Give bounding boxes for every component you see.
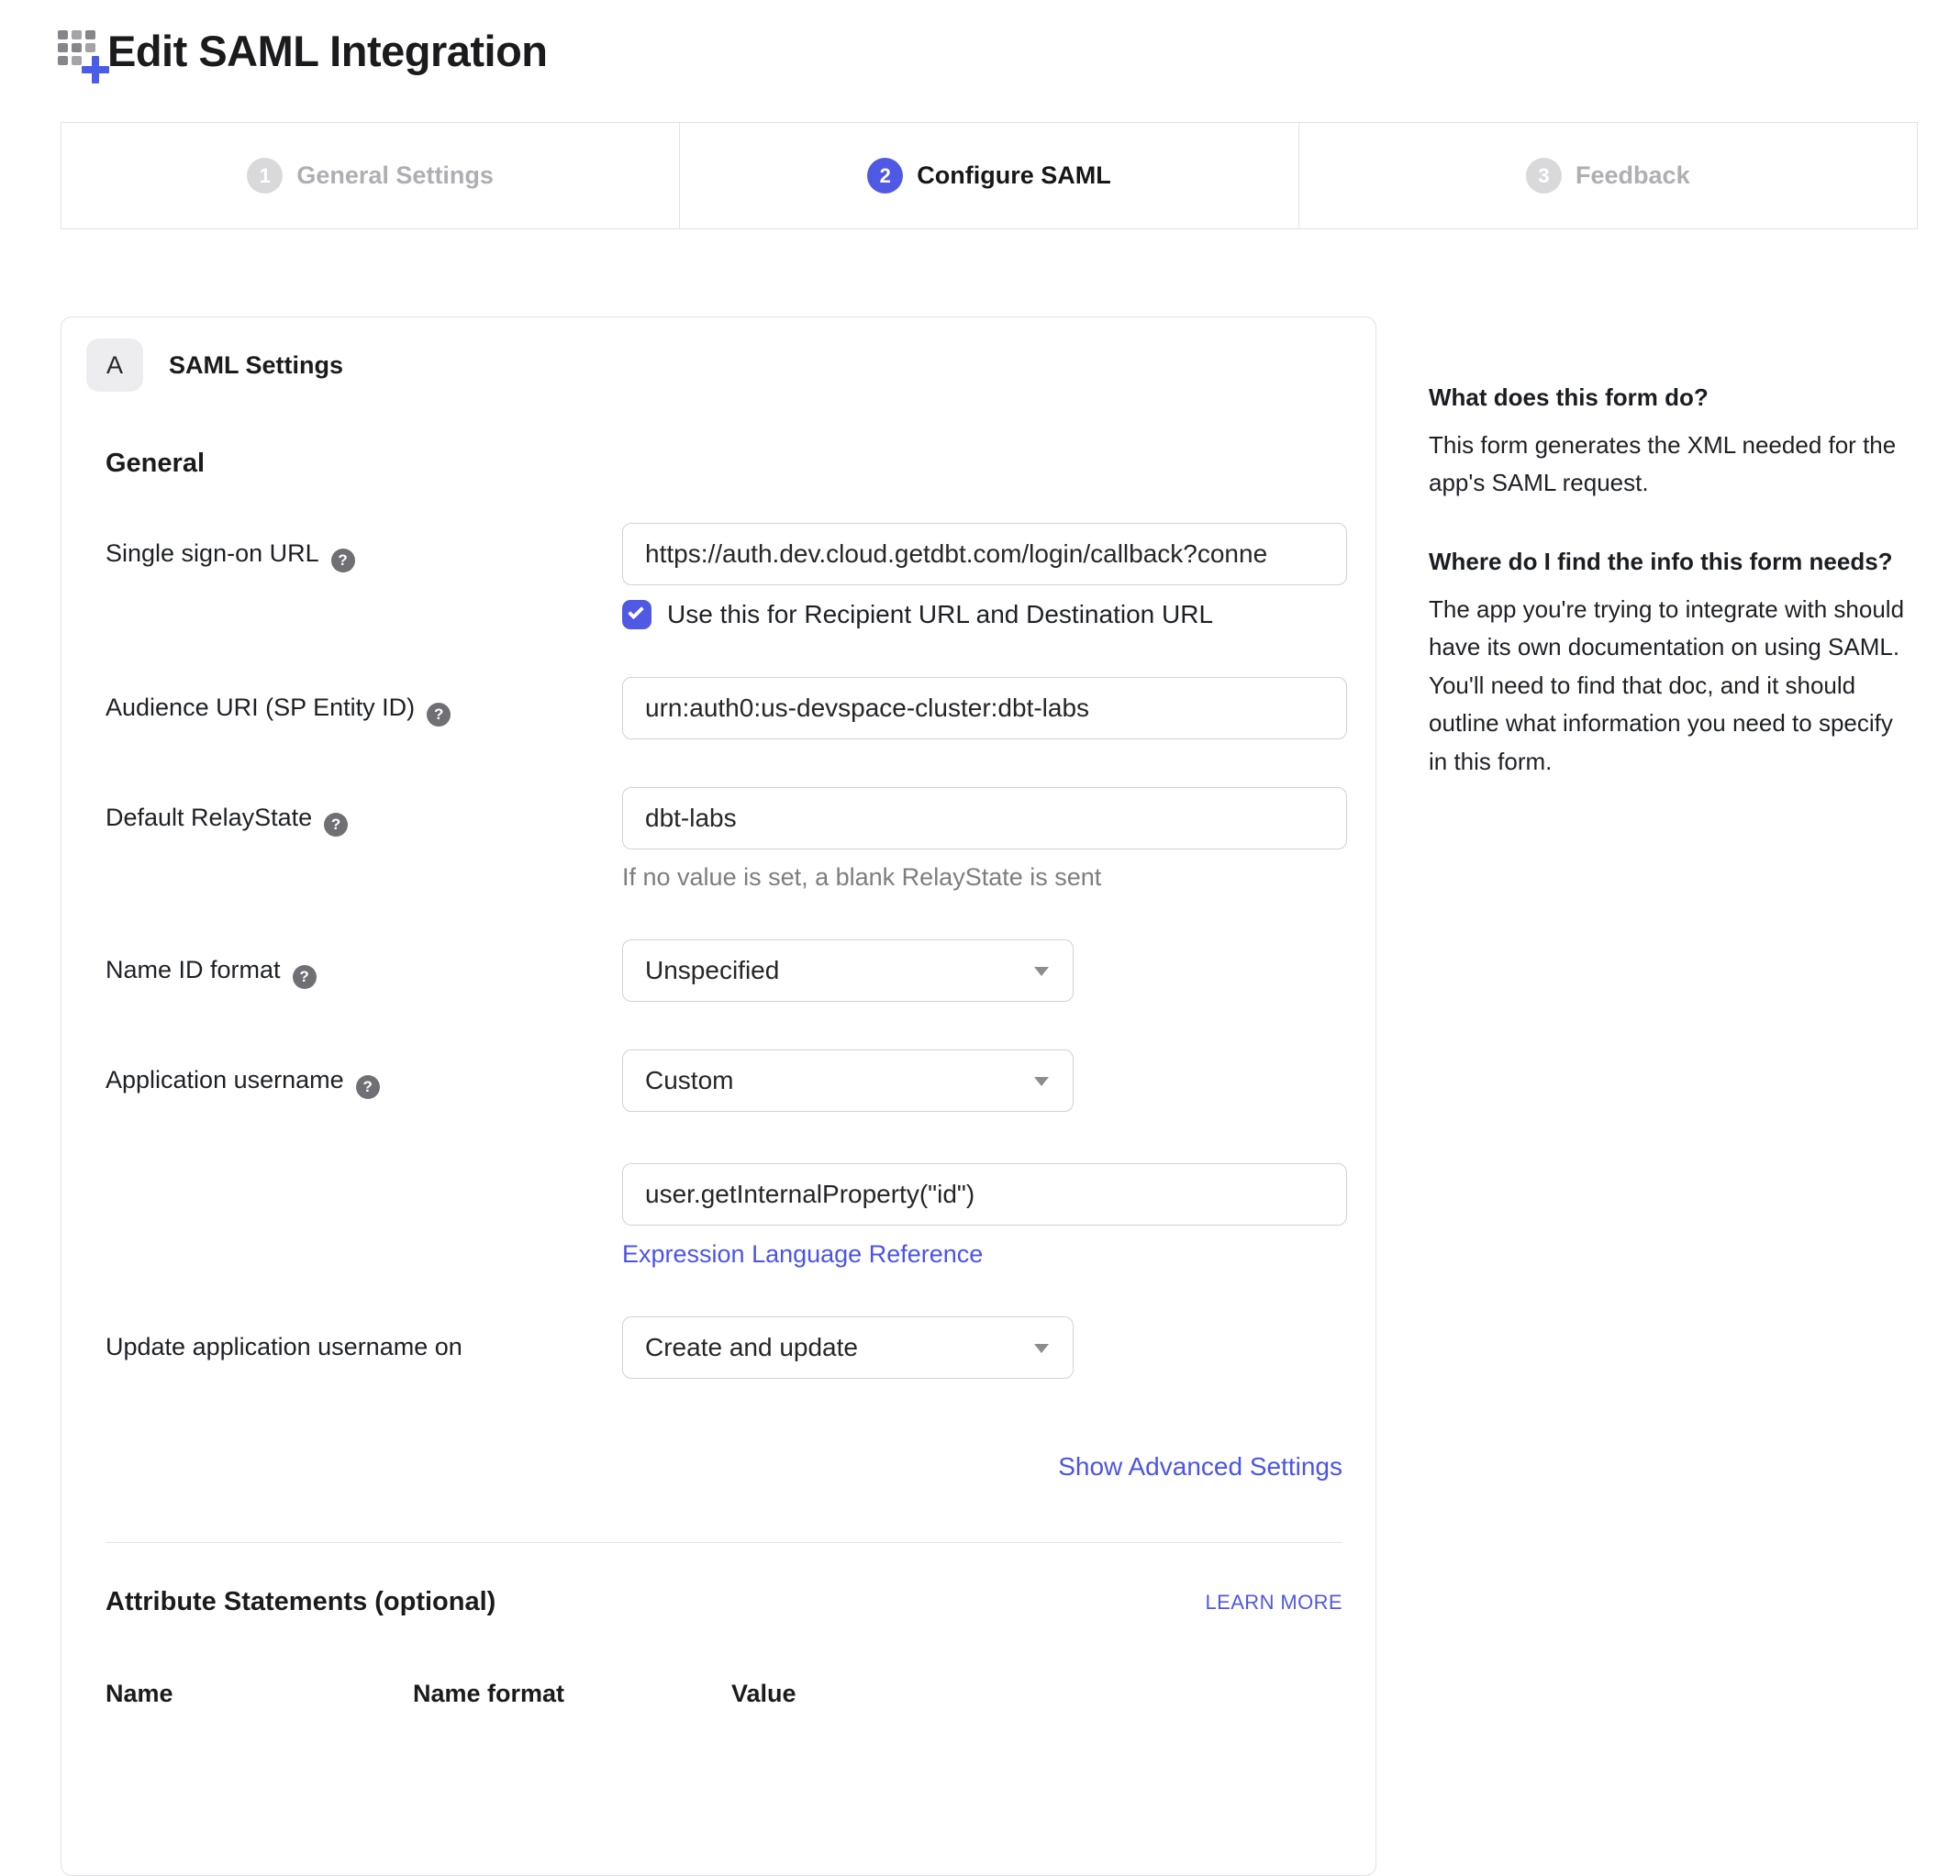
saml-form: Single sign-on URL? Use this for Recipie… <box>106 523 1342 1708</box>
help-answer-1: This form generates the XML needed for t… <box>1429 427 1906 503</box>
nameid-format-selected-value: Unspecified <box>645 956 779 985</box>
step-label: Feedback <box>1576 161 1690 190</box>
field-row-update-username: Update application username on Create an… <box>106 1316 1342 1379</box>
app-username-label-wrap: Application username? <box>106 1049 622 1269</box>
custom-expression-input[interactable] <box>622 1163 1347 1226</box>
sso-url-help-icon[interactable]: ? <box>331 549 355 572</box>
relaystate-input[interactable] <box>622 787 1347 849</box>
audience-uri-input[interactable] <box>622 677 1347 739</box>
step-feedback[interactable]: 3 Feedback <box>1298 123 1917 228</box>
app-username-select[interactable]: Custom <box>622 1049 1074 1112</box>
show-advanced-settings-link[interactable]: Show Advanced Settings <box>1058 1452 1342 1481</box>
checkmark-icon <box>628 604 644 620</box>
column-header-name-format: Name format <box>413 1680 731 1708</box>
step-label: General Settings <box>296 161 494 190</box>
step-number-badge: 3 <box>1526 158 1562 194</box>
panel-title: SAML Settings <box>169 351 343 380</box>
nameid-help-icon[interactable]: ? <box>293 965 317 989</box>
app-username-label: Application username <box>106 1066 344 1093</box>
field-row-nameid-format: Name ID format? Unspecified <box>106 939 1342 1002</box>
page-title: Edit SAML Integration <box>107 26 548 76</box>
field-row-relaystate: Default RelayState? If no value is set, … <box>106 787 1342 892</box>
section-divider <box>106 1542 1342 1543</box>
nameid-format-select[interactable]: Unspecified <box>622 939 1074 1002</box>
step-number-badge: 1 <box>247 158 283 194</box>
app-username-selected-value: Custom <box>645 1066 733 1095</box>
update-username-selected-value: Create and update <box>645 1333 858 1362</box>
help-question-1: What does this form do? <box>1429 381 1906 416</box>
saml-settings-panel: A SAML Settings General Single sign-on U… <box>61 316 1376 1876</box>
update-username-label-wrap: Update application username on <box>106 1316 622 1379</box>
relaystate-helper-text: If no value is set, a blank RelayState i… <box>622 863 1347 892</box>
dropdown-caret-icon <box>1034 1077 1049 1086</box>
general-section-heading: General <box>106 449 1342 479</box>
update-username-label: Update application username on <box>106 1333 462 1360</box>
section-a-badge: A <box>86 339 143 392</box>
sso-url-input[interactable] <box>622 523 1347 585</box>
recipient-url-checkbox-label: Use this for Recipient URL and Destinati… <box>667 600 1213 629</box>
learn-more-link[interactable]: LEARN MORE <box>1206 1591 1342 1615</box>
audience-uri-label-wrap: Audience URI (SP Entity ID)? <box>106 677 622 739</box>
expression-language-reference-link[interactable]: Expression Language Reference <box>622 1240 983 1268</box>
app-grid-plus-icon <box>58 30 100 72</box>
wizard-stepper: 1 General Settings 2 Configure SAML 3 Fe… <box>61 122 1918 229</box>
field-row-app-username: Application username? Custom Expression … <box>106 1049 1342 1269</box>
audience-uri-help-icon[interactable]: ? <box>427 703 451 727</box>
step-configure-saml[interactable]: 2 Configure SAML <box>679 123 1297 228</box>
column-header-value: Value <box>731 1680 796 1708</box>
column-header-name: Name <box>106 1680 413 1708</box>
app-username-help-icon[interactable]: ? <box>356 1075 380 1099</box>
recipient-url-checkbox-row: Use this for Recipient URL and Destinati… <box>622 600 1347 629</box>
page-header: Edit SAML Integration <box>58 26 548 76</box>
nameid-label: Name ID format <box>106 956 281 983</box>
recipient-url-checkbox[interactable] <box>622 600 651 629</box>
attribute-statements-title: Attribute Statements (optional) <box>106 1587 496 1617</box>
relaystate-help-icon[interactable]: ? <box>324 813 348 837</box>
step-general-settings[interactable]: 1 General Settings <box>61 123 679 228</box>
update-username-select[interactable]: Create and update <box>622 1316 1074 1379</box>
relaystate-label: Default RelayState <box>106 804 312 831</box>
relaystate-label-wrap: Default RelayState? <box>106 787 622 892</box>
attribute-statements-table-header: Name Name format Value <box>106 1680 1342 1708</box>
panel-header: A SAML Settings <box>86 339 1342 392</box>
nameid-label-wrap: Name ID format? <box>106 939 622 1002</box>
sso-url-label: Single sign-on URL <box>106 539 319 567</box>
help-question-2: Where do I find the info this form needs… <box>1429 545 1906 580</box>
step-label: Configure SAML <box>917 161 1110 190</box>
field-row-audience-uri: Audience URI (SP Entity ID)? <box>106 677 1342 739</box>
help-sidebar: What does this form do? This form genera… <box>1429 381 1906 824</box>
dropdown-caret-icon <box>1034 1344 1049 1353</box>
edit-saml-integration-page: Edit SAML Integration 1 General Settings… <box>0 0 1960 1756</box>
attribute-statements-header: Attribute Statements (optional) LEARN MO… <box>106 1587 1342 1617</box>
dropdown-caret-icon <box>1034 967 1049 976</box>
help-answer-2: The app you're trying to integrate with … <box>1429 591 1906 782</box>
field-row-sso-url: Single sign-on URL? Use this for Recipie… <box>106 523 1342 629</box>
step-number-badge: 2 <box>867 158 903 194</box>
audience-uri-label: Audience URI (SP Entity ID) <box>106 694 415 721</box>
sso-url-label-wrap: Single sign-on URL? <box>106 523 622 629</box>
